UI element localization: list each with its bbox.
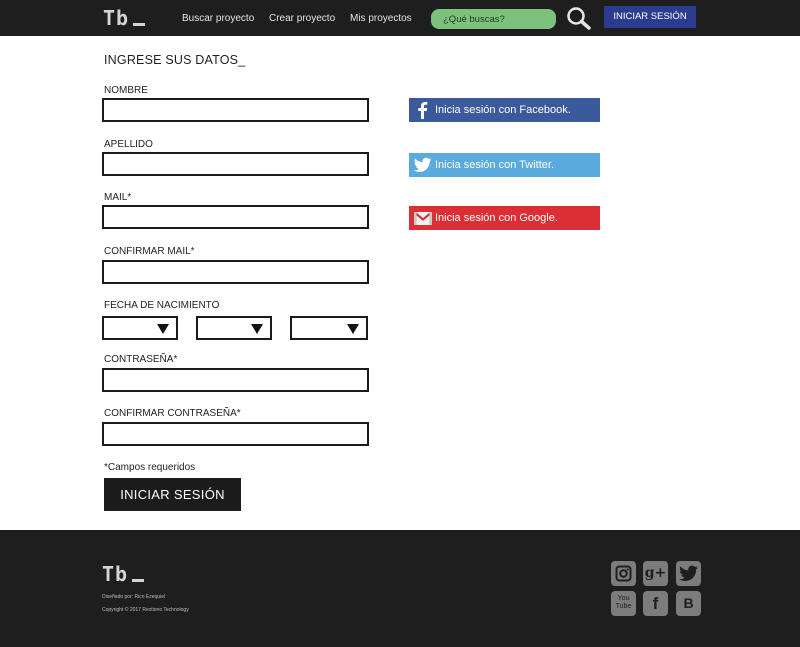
label-nombre: NOMBRE: [104, 85, 148, 96]
facebook-icon: f: [652, 594, 659, 613]
twitter-login-button[interactable]: Inicia sesión con Twitter.: [409, 153, 600, 177]
copyright-text: Copyright © 2017 Rextiono Technology: [102, 607, 189, 613]
twitter-login-label: Inicia sesión con Twitter.: [435, 159, 555, 171]
magnifier-icon: [567, 7, 591, 30]
footer: [0, 530, 800, 647]
twitter-link[interactable]: [676, 561, 701, 586]
dropdown-arrow-icon: [251, 324, 263, 334]
mail-field[interactable]: [102, 205, 369, 229]
label-confirm-mail: CONFIRMAR MAIL*: [104, 246, 195, 257]
logo-underscore: [132, 579, 145, 582]
password-field[interactable]: [102, 368, 369, 392]
designed-by-text: Diseñado por: Rico Ezequiel: [102, 594, 166, 600]
dropdown-arrow-icon: [347, 324, 359, 334]
search-input[interactable]: [431, 9, 556, 29]
footer-logo[interactable]: Tb: [102, 562, 145, 586]
header-login-button[interactable]: INICIAR SESIÓN: [604, 6, 696, 28]
google-plus-icon: g+: [644, 565, 667, 581]
submit-login-button[interactable]: INICIAR SESIÓN: [104, 478, 241, 511]
birth-month-select[interactable]: [196, 316, 272, 340]
label-password: CONTRASEÑA*: [104, 354, 178, 365]
brand-logo[interactable]: Tb: [103, 6, 146, 30]
apellido-field[interactable]: [102, 152, 369, 176]
facebook-login-button[interactable]: Inicia sesión con Facebook.: [409, 98, 600, 122]
blogger-link[interactable]: B: [676, 591, 701, 616]
youtube-link[interactable]: You Tube: [611, 591, 636, 616]
gmail-icon: [413, 211, 433, 225]
logo-text: Tb: [103, 6, 130, 30]
label-apellido: APELLIDO: [104, 139, 153, 150]
required-fields-note: *Campos requeridos: [104, 462, 196, 473]
blogger-icon: B: [683, 595, 694, 611]
nav-buscar-proyecto[interactable]: Buscar proyecto: [182, 13, 254, 24]
top-navbar: Tb Buscar proyecto Crear proyecto Mis pr…: [0, 0, 800, 36]
label-confirm-password: CONFIRMAR CONTRASEÑA*: [104, 408, 241, 419]
birth-year-select[interactable]: [290, 316, 368, 340]
search-button[interactable]: [566, 6, 592, 30]
footer-logo-text: Tb: [102, 562, 129, 586]
confirm-mail-field[interactable]: [102, 260, 369, 284]
label-birthdate: FECHA DE NACIMIENTO: [104, 300, 220, 311]
nav-mis-proyectos[interactable]: Mis proyectos: [350, 13, 412, 24]
twitter-icon: [413, 157, 432, 172]
dropdown-arrow-icon: [157, 324, 169, 334]
form-title: INGRESE SUS DATOS_: [104, 53, 246, 67]
facebook-link[interactable]: f: [643, 591, 668, 616]
facebook-login-label: Inicia sesión con Facebook.: [435, 104, 571, 116]
google-login-button[interactable]: Inicia sesión con Google.: [409, 206, 600, 230]
facebook-icon: [418, 102, 428, 119]
google-login-label: Inicia sesión con Google.: [435, 212, 558, 224]
instagram-icon: [615, 565, 632, 582]
logo-underscore: [133, 23, 146, 26]
confirm-password-field[interactable]: [102, 422, 369, 446]
birth-day-select[interactable]: [102, 316, 178, 340]
instagram-link[interactable]: [611, 561, 636, 586]
nombre-field[interactable]: [102, 98, 369, 122]
label-mail: MAIL*: [104, 192, 132, 203]
twitter-icon: [679, 565, 698, 581]
youtube-icon: You Tube: [615, 595, 632, 610]
nav-crear-proyecto[interactable]: Crear proyecto: [269, 13, 335, 24]
google-plus-link[interactable]: g+: [643, 561, 668, 586]
